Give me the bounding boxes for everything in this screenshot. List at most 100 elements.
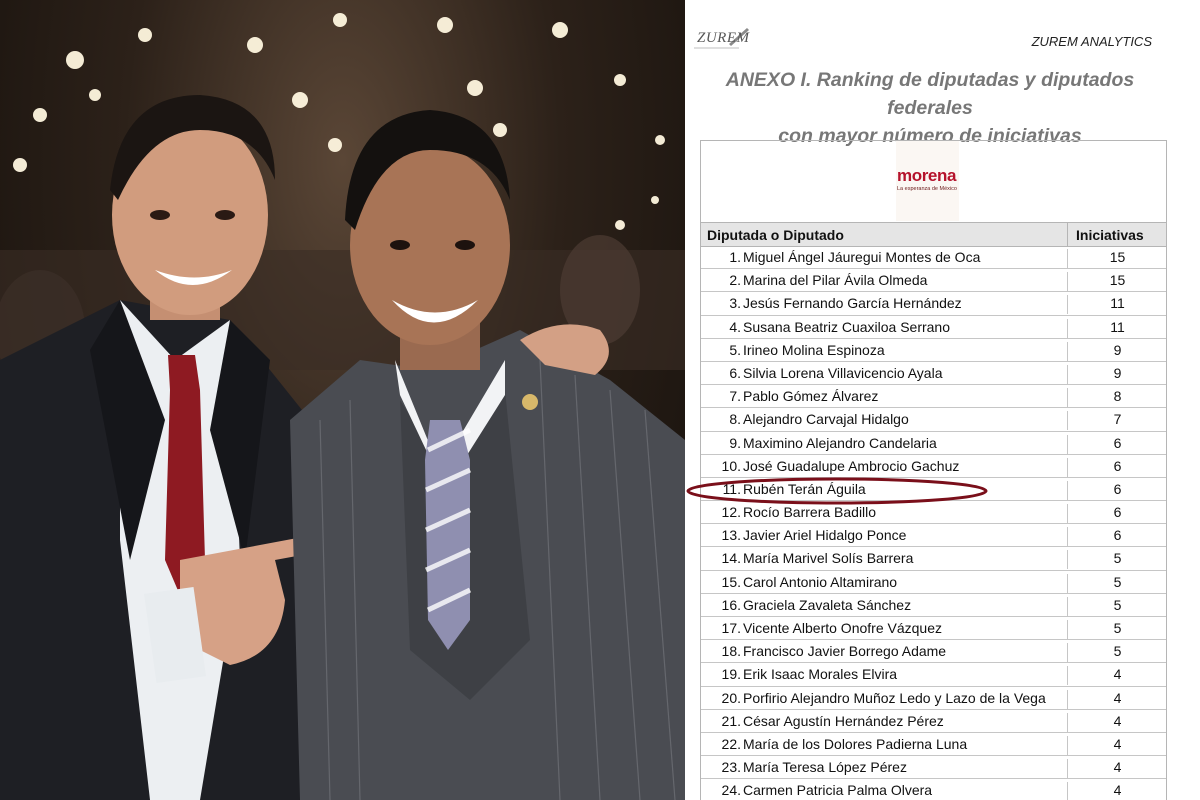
table-row: 14. María Marivel Solís Barrera 5: [701, 547, 1167, 571]
row-initiative-count: 9: [1067, 341, 1167, 361]
row-rank: 10.: [721, 457, 741, 474]
table-row: 13. Javier Ariel Hidalgo Ponce 6: [701, 524, 1167, 548]
table-row: 19. Erik Isaac Morales Elvira 4: [701, 663, 1167, 687]
table-row: 17. Vicente Alberto Onofre Vázquez 5: [701, 617, 1167, 641]
row-deputy-name: Graciela Zavaleta Sánchez: [743, 596, 912, 613]
row-initiative-count: 4: [1067, 735, 1167, 755]
table-row: 18. Francisco Javier Borrego Adame 5: [701, 640, 1167, 664]
row-rank: 12.: [721, 504, 741, 521]
row-initiative-count: 4: [1067, 712, 1167, 732]
table-row: 8. Alejandro Carvajal Hidalgo 7: [701, 408, 1167, 432]
ranking-document: ZUREM ZUREM ANALYTICS ANEXO I. Ranking d…: [685, 0, 1200, 800]
row-rank: 6.: [729, 364, 741, 381]
row-rank: 11.: [722, 480, 741, 497]
party-tagline: La esperanza de México: [897, 186, 957, 192]
row-deputy-name: Erik Isaac Morales Elvira: [743, 666, 898, 683]
row-initiative-count: 5: [1067, 596, 1167, 616]
table-row: 15. Carol Antonio Altamirano 5: [701, 571, 1166, 594]
row-rank: 3.: [729, 295, 741, 312]
row-initiative-count: 4: [1067, 782, 1167, 800]
row-deputy-name: Francisco Javier Borrego Adame: [743, 643, 947, 660]
table-row: 1. Miguel Ángel Jáuregui Montes de Oca 15: [701, 246, 1167, 270]
row-initiative-count: 9: [1067, 364, 1167, 384]
table-row: 5. Irineo Molina Espinoza 9: [701, 339, 1166, 362]
row-deputy-name: José Guadalupe Ambrocio Gachuz: [743, 457, 960, 474]
row-initiative-count: 4: [1067, 666, 1167, 686]
row-rank: 20.: [721, 689, 741, 706]
row-rank: 16.: [721, 596, 741, 613]
row-rank: 18.: [721, 643, 741, 660]
row-rank: 23.: [721, 759, 741, 776]
row-deputy-name: Carol Antonio Altamirano: [743, 573, 898, 590]
row-rank: 8.: [729, 411, 741, 428]
title-line-1: ANEXO I. Ranking de diputadas y diputado…: [725, 69, 1135, 119]
document-title: ANEXO I. Ranking de diputadas y diputado…: [685, 66, 1175, 150]
row-deputy-name: Rubén Terán Águila: [743, 480, 866, 497]
row-deputy-name: Pablo Gómez Álvarez: [743, 388, 879, 405]
row-initiative-count: 4: [1067, 689, 1167, 709]
table-row: 9. Maximino Alejandro Candelaria 6: [701, 432, 1166, 455]
row-deputy-name: Susana Beatriz Cuaxiloa Serrano: [743, 318, 951, 335]
row-rank: 2.: [729, 272, 741, 289]
row-deputy-name: Silvia Lorena Villavicencio Ayala: [743, 364, 943, 381]
column-header-name: Diputada o Diputado: [707, 227, 844, 243]
row-deputy-name: Alejandro Carvajal Hidalgo: [743, 411, 909, 428]
row-initiative-count: 8: [1067, 388, 1167, 408]
row-deputy-name: Miguel Ángel Jáuregui Montes de Oca: [743, 249, 981, 265]
table-row: 7. Pablo Gómez Álvarez 8: [701, 385, 1167, 409]
row-initiative-count: 11: [1067, 318, 1167, 338]
table-row: 3. Jesús Fernando García Hernández 11: [701, 292, 1167, 316]
table-row: 10. José Guadalupe Ambrocio Gachuz 6: [701, 455, 1166, 478]
row-deputy-name: Jesús Fernando García Hernández: [743, 295, 962, 312]
row-deputy-name: Maximino Alejandro Candelaria: [743, 434, 937, 451]
photo-illustration: [0, 13, 685, 800]
row-initiative-count: 7: [1067, 411, 1167, 431]
table-row: 12. Rocío Barrera Badillo 6: [701, 501, 1166, 525]
row-rank: 24.: [721, 782, 741, 799]
table-row: 6. Silvia Lorena Villavicencio Ayala 9: [701, 362, 1167, 386]
row-rank: 13.: [721, 527, 741, 544]
table-row: 20. Porfirio Alejandro Muñoz Ledo y Lazo …: [701, 687, 1166, 710]
table-header: Diputada o Diputado Iniciativas: [701, 222, 1166, 247]
table-row: 21. César Agustín Hernández Pérez 4: [701, 710, 1166, 733]
row-deputy-name: César Agustín Hernández Pérez: [743, 712, 944, 729]
row-rank: 15.: [721, 573, 741, 590]
row-deputy-name: Porfirio Alejandro Muñoz Ledo y Lazo de …: [743, 689, 1046, 706]
table-row: 4. Susana Beatriz Cuaxiloa Serrano 11: [701, 316, 1166, 339]
party-name: morena: [897, 166, 957, 185]
row-initiative-count: 5: [1067, 550, 1167, 570]
row-deputy-name: María de los Dolores Padierna Luna: [743, 735, 968, 752]
row-deputy-name: Rocío Barrera Badillo: [743, 504, 877, 521]
table-row: 24. Carmen Patricia Palma Olvera 4: [701, 779, 1166, 800]
row-initiative-count: 5: [1067, 573, 1167, 593]
table-body: 1. Miguel Ángel Jáuregui Montes de Oca 15 2…: [701, 246, 1166, 800]
row-rank: 4.: [729, 318, 741, 335]
row-initiative-count: 6: [1067, 480, 1167, 500]
row-rank: 7.: [729, 388, 741, 405]
brand-label: ZUREM ANALYTICS: [1031, 34, 1152, 49]
row-rank: 5.: [729, 341, 741, 358]
column-divider: [1067, 223, 1068, 246]
photo-two-men: [0, 0, 685, 800]
row-deputy-name: Marina del Pilar Ávila Olmeda: [743, 272, 928, 289]
row-initiative-count: 5: [1067, 643, 1167, 663]
row-initiative-count: 5: [1067, 620, 1167, 639]
column-header-count: Iniciativas: [1076, 227, 1144, 243]
row-rank: 14.: [721, 550, 741, 567]
row-rank: 17.: [721, 620, 741, 636]
zurem-logo-text: ZUREM: [697, 30, 750, 46]
table-row: 22. María de los Dolores Padierna Luna 4: [701, 733, 1167, 757]
row-deputy-name: Javier Ariel Hidalgo Ponce: [743, 527, 907, 544]
row-deputy-name: Irineo Molina Espinoza: [743, 341, 885, 358]
row-initiative-count: 6: [1067, 434, 1167, 454]
row-deputy-name: Carmen Patricia Palma Olvera: [743, 782, 933, 799]
row-initiative-count: 15: [1067, 249, 1167, 268]
row-initiative-count: 6: [1067, 527, 1167, 547]
row-initiative-count: 11: [1067, 295, 1167, 315]
row-rank: 19.: [721, 666, 741, 683]
row-initiative-count: 15: [1067, 272, 1167, 292]
row-initiative-count: 4: [1067, 759, 1167, 779]
table-row: 16. Graciela Zavaleta Sánchez 5: [701, 594, 1166, 617]
table-row: 23. María Teresa López Pérez 4: [701, 756, 1167, 780]
row-rank: 9.: [729, 434, 741, 451]
